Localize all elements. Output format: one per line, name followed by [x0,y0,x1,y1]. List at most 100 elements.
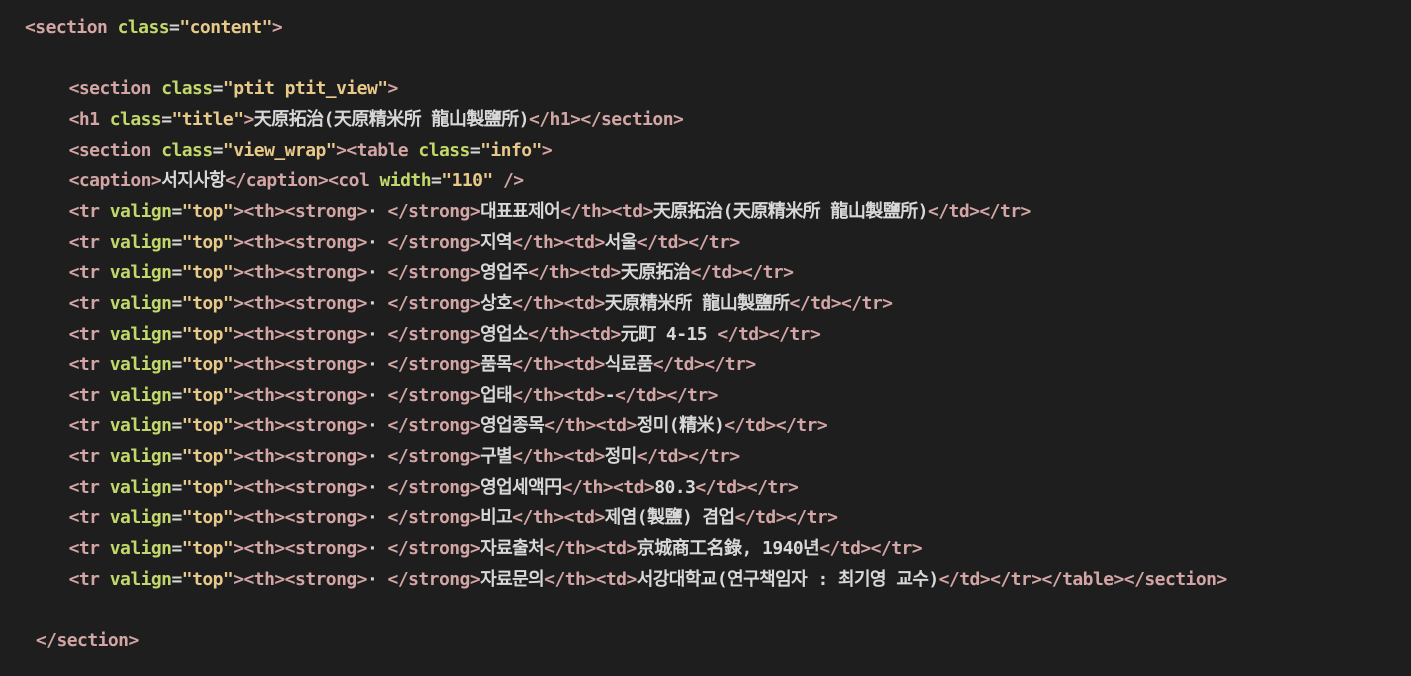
code-token: 품목 [480,354,513,376]
code-line: <tr valign="top"><th><strong>· </strong>… [69,503,838,533]
code-token: </th><td> [512,384,605,406]
code-token: 비고 [480,507,513,529]
code-token: </td></tr> [615,384,718,406]
code-token: = [212,78,224,100]
code-token: valign [109,568,172,590]
code-token: 서지사항 [161,170,226,192]
code-token: "top" [181,323,234,345]
code-line: <section class="ptit ptit_view"> [69,74,399,104]
code-token: /> [492,170,524,192]
code-token: <tr [68,231,110,253]
code-token: = [169,17,180,38]
code-token: </strong> [387,200,481,222]
code-line: <tr valign="top"><th><strong>· </strong>… [69,473,799,503]
code-line: <tr valign="top"><th><strong>· </strong>… [69,289,893,319]
code-token: <tr [68,415,110,437]
code-token: <h1 [68,108,110,130]
code-token: </th><td> [561,476,655,498]
code-token: 天原拓治(天原精米所 龍山製鹽所) [253,108,530,130]
code-token: </section> [35,630,139,651]
code-token: "top" [181,446,234,468]
code-token: </h1></section> [528,108,684,130]
code-token: 정미(精米) [636,415,725,437]
code-token: = [161,108,172,130]
code-token: </strong> [387,538,481,560]
code-token: "top" [181,507,234,529]
code-token: </caption><col [225,170,380,192]
code-token: </th><td> [528,262,621,284]
code-token: 天原拓治(天原精米所 龍山製鹽所) [652,200,929,222]
code-token: "top" [181,200,234,222]
code-token: 상호 [480,292,513,314]
code-token: valign [109,292,172,314]
code-token: <section [68,139,162,161]
code-line: <h1 class="title">天原拓治(天原精米所 龍山製鹽所)</h1>… [69,105,684,135]
code-token: ><th><strong> [233,476,367,498]
code-token: 영업주 [480,262,529,284]
code-token: width [379,170,432,192]
code-token: <tr [68,446,110,468]
code-token: = [171,231,182,253]
code-token: ><th><strong> [233,231,367,253]
code-token: · [366,262,388,284]
code-token: </td></tr> [819,538,923,560]
code-token: </td></tr> [724,415,828,437]
code-token: ><th><strong> [233,262,367,284]
code-token: = [469,139,481,161]
code-token: class [161,78,213,100]
code-token: </th><td> [560,200,653,222]
code-token: 영업세액円 [480,476,562,498]
code-editor[interactable]: <section class="content"> <section class=… [0,0,1411,676]
code-token: </td></tr></table></section> [938,568,1228,590]
code-token: 天原精米所 龍山製鹽所 [604,292,790,314]
code-token: class [418,139,470,161]
code-token: "top" [181,384,234,406]
code-token: <tr [68,292,110,314]
code-token: = [430,170,442,192]
code-token: valign [109,415,172,437]
code-token: ><th><strong> [233,507,367,529]
code-token: </strong> [387,476,481,498]
code-token: </th><td> [512,354,605,376]
code-token: ><th><strong> [233,538,367,560]
code-line: <tr valign="top"><th><strong>· </strong>… [68,381,719,411]
code-token: 서울 [604,231,638,253]
code-token: ><th><strong> [233,415,367,437]
code-token: <tr [68,384,110,406]
code-token: valign [109,384,172,406]
code-token: </th><td> [544,538,637,560]
code-token: 자료출처 [480,538,545,560]
code-token: </th><td> [528,323,621,345]
code-line: <tr valign="top"><th><strong>· </strong>… [69,411,828,441]
code-token: </th><td> [512,446,605,468]
code-token: = [171,323,182,345]
code-token: = [171,200,182,222]
code-line: <section class="view_wrap"><table class=… [69,136,553,166]
code-token: </strong> [387,415,481,437]
code-token: ><th><strong> [233,292,367,314]
code-token: valign [109,231,172,253]
code-token: </th><td> [544,415,637,437]
code-token: - [604,384,616,406]
code-line: <tr valign="top"><th><strong>· </strong>… [69,320,821,350]
code-token: 식료품 [604,354,654,376]
code-token: 자료문의 [480,568,545,590]
code-token: 天原拓治 [620,262,691,284]
code-line: <tr valign="top"><th><strong>· </strong>… [68,534,923,564]
code-token: ><th><strong> [233,446,367,468]
code-line: <tr valign="top"><th><strong>· </strong>… [69,197,1032,227]
code-token: · [366,384,388,406]
code-token: ><th><strong> [233,200,367,222]
code-token: 정미 [604,446,638,468]
code-token: <tr [68,507,110,529]
code-token: · [366,507,388,529]
code-token: <section [25,17,118,38]
code-token: </strong> [387,507,481,529]
code-token: > [541,139,553,161]
code-token: "top" [181,292,234,314]
code-token: valign [109,354,172,376]
code-line: <tr valign="top"><th><strong>· </strong>… [68,442,741,472]
code-line: </section> [36,626,139,656]
code-token: <tr [68,538,110,560]
code-token: <tr [68,262,110,284]
